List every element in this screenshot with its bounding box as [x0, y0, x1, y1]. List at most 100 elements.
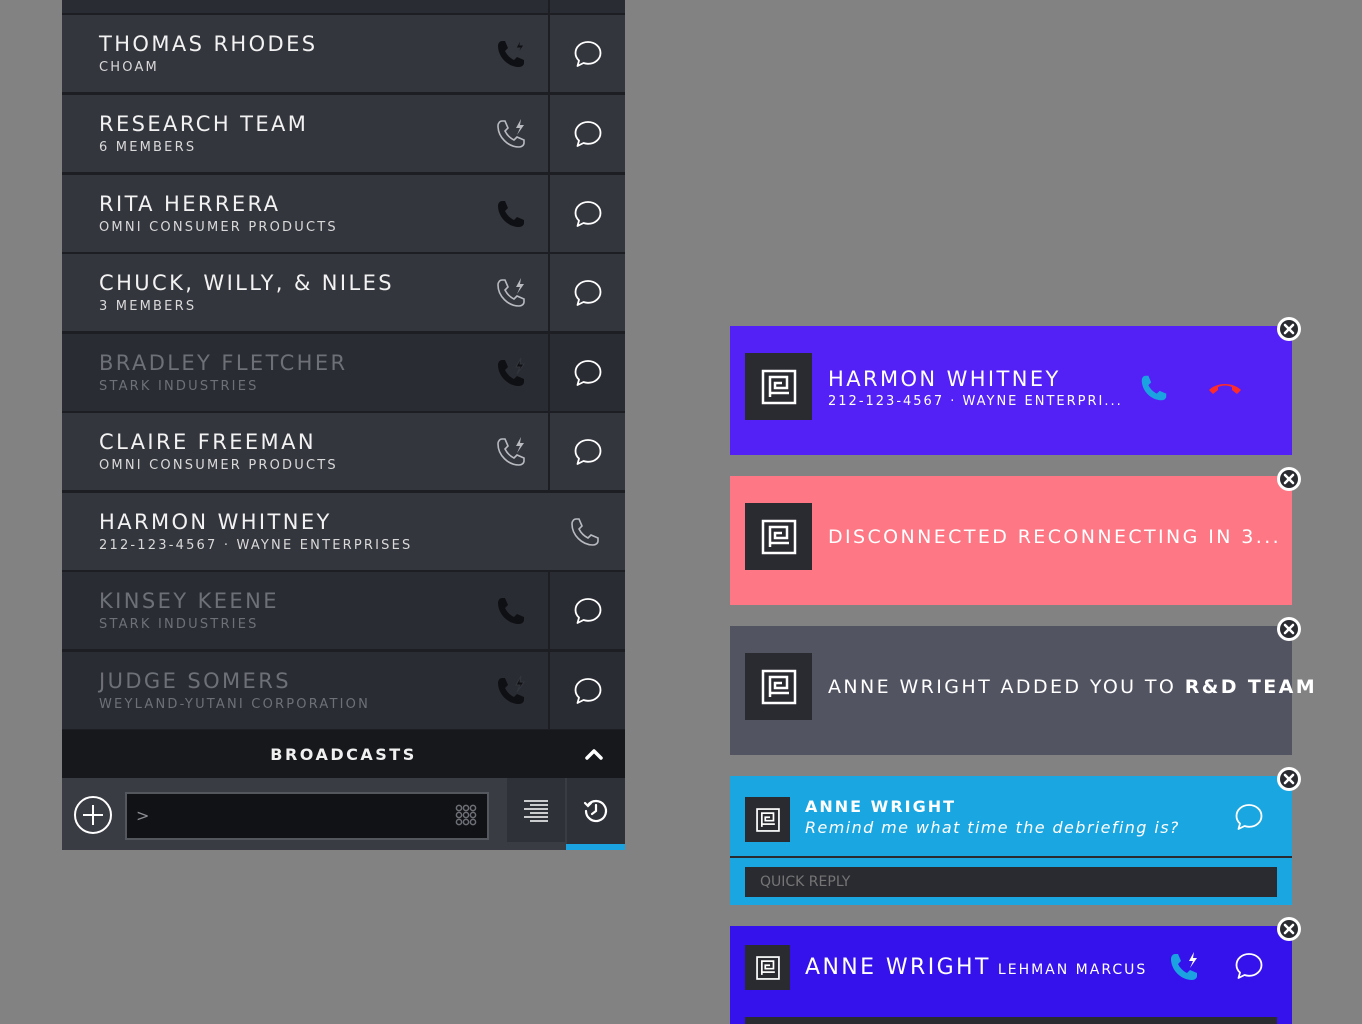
app-logo-icon: [755, 955, 780, 980]
chat-button[interactable]: [550, 572, 625, 649]
contact-name: KINSEY KEENE: [99, 589, 279, 613]
dismiss-disconnected-button[interactable]: [1277, 467, 1301, 491]
chat-button[interactable]: [550, 652, 625, 729]
chevron-up-icon[interactable]: [583, 744, 605, 764]
disconnected-notification: DISCONNECTED RECONNECTING IN 3...: [730, 476, 1292, 605]
close-icon: [1278, 468, 1300, 490]
add-circle-icon[interactable]: [72, 794, 114, 836]
chat-button[interactable]: [550, 413, 625, 490]
contact-info[interactable]: JUDGE SOMERS WEYLAND-YUTANI CORPORATION: [62, 652, 548, 729]
chat-bubble-icon: [574, 677, 601, 704]
contact-row[interactable]: THOMAS RHODES CHOAM: [62, 15, 625, 92]
contact-subtitle: STARK INDUSTRIES: [99, 379, 259, 394]
dismiss-message-button[interactable]: [1277, 767, 1301, 791]
contact-subtitle: WEYLAND-YUTANI CORPORATION: [99, 697, 371, 712]
contact-info[interactable]: RITA HERRERA OMNI CONSUMER PRODUCTS: [62, 175, 548, 252]
broadcasts-bar[interactable]: BROADCASTS: [62, 730, 625, 778]
contact-info[interactable]: KINSEY KEENE STARK INDUSTRIES: [62, 572, 548, 649]
chat-bubble-icon[interactable]: [1233, 801, 1265, 833]
app-logo-icon: [761, 669, 796, 704]
app-logo-icon: [761, 519, 796, 554]
dismiss-call-alert-button[interactable]: [1277, 917, 1301, 941]
chat-button[interactable]: [550, 334, 625, 411]
contact-name: THOMAS RHODES: [99, 32, 318, 56]
app-logo: [745, 653, 812, 720]
phone-missed-icon[interactable]: [494, 674, 528, 708]
call-alert-company: LEHMAN MARCUS: [997, 962, 1148, 978]
dialpad-icon[interactable]: [455, 804, 477, 828]
phone-outgoing-outline-icon[interactable]: [494, 117, 528, 151]
history-clock-icon: [583, 799, 608, 823]
list-view-button[interactable]: [507, 778, 565, 842]
contact-name: CLAIRE FREEMAN: [99, 430, 316, 454]
composer-bar: >: [62, 778, 625, 850]
message-body: Remind me what time the debriefing is?: [805, 818, 1180, 837]
phone-outline-icon[interactable]: [568, 515, 602, 549]
dismiss-incoming-call-button[interactable]: [1277, 317, 1301, 341]
contact-info[interactable]: CHUCK, WILLY, & NILES 3 MEMBERS: [62, 254, 548, 331]
contact-row[interactable]: JUDGE SOMERS WEYLAND-YUTANI CORPORATION: [62, 652, 625, 729]
close-icon: [1278, 318, 1300, 340]
contact-subtitle: 6 MEMBERS: [99, 140, 197, 155]
message-input[interactable]: [125, 792, 489, 840]
contact-row[interactable]: RESEARCH TEAM 6 MEMBERS: [62, 95, 625, 172]
contact-subtitle: CHOAM: [99, 60, 159, 75]
chat-bubble-icon[interactable]: [1233, 950, 1265, 982]
phone-icon[interactable]: [494, 197, 528, 231]
contact-info[interactable]: HARMON WHITNEY 212-123-4567 · WAYNE ENTE…: [62, 493, 625, 570]
contact-row[interactable]: CLAIRE FREEMAN OMNI CONSUMER PRODUCTS: [62, 413, 625, 490]
call-alert-notification: ANNE WRIGHT LEHMAN MARCUS: [730, 926, 1292, 1024]
contact-row[interactable]: RITA HERRERA OMNI CONSUMER PRODUCTS: [62, 175, 625, 252]
phone-icon[interactable]: [494, 594, 528, 628]
contact-row[interactable]: KINSEY KEENE STARK INDUSTRIES: [62, 572, 625, 649]
chat-button[interactable]: [550, 175, 625, 252]
hang-up-icon[interactable]: [1207, 378, 1243, 396]
call-alert-name: ANNE WRIGHT: [805, 955, 991, 980]
contact-info[interactable]: BRADLEY FLETCHER STARK INDUSTRIES: [62, 334, 548, 411]
app-logo: [745, 797, 790, 842]
contact-info[interactable]: THOMAS RHODES CHOAM: [62, 15, 548, 92]
app-logo: [745, 945, 790, 990]
team-added-message: ANNE WRIGHT ADDED YOU TO R&D TEAM: [828, 676, 1317, 698]
chat-button[interactable]: [550, 15, 625, 92]
call-alert-title-line: ANNE WRIGHT LEHMAN MARCUS: [805, 955, 1147, 980]
chat-button[interactable]: [550, 254, 625, 331]
previous-contact-row-edge: [62, 0, 625, 13]
app-logo-icon: [761, 369, 796, 404]
chat-button[interactable]: [550, 95, 625, 172]
phone-missed-icon[interactable]: [494, 37, 528, 71]
history-button[interactable]: [567, 778, 625, 844]
quick-reply-field-edge: [745, 1017, 1277, 1024]
chat-bubble-icon: [574, 279, 601, 306]
phone-missed-icon[interactable]: [1167, 950, 1201, 984]
contact-name: HARMON WHITNEY: [99, 510, 332, 534]
disconnected-message: DISCONNECTED RECONNECTING IN 3...: [828, 526, 1282, 548]
contact-row[interactable]: CHUCK, WILLY, & NILES 3 MEMBERS: [62, 254, 625, 331]
quick-reply-input[interactable]: [745, 867, 1277, 897]
team-added-notification: ANNE WRIGHT ADDED YOU TO R&D TEAM: [730, 626, 1315, 755]
contact-row[interactable]: HARMON WHITNEY 212-123-4567 · WAYNE ENTE…: [62, 493, 625, 570]
list-lines-icon: [524, 800, 548, 822]
contact-subtitle: STARK INDUSTRIES: [99, 617, 259, 632]
phone-outgoing-outline-icon[interactable]: [494, 276, 528, 310]
chat-bubble-icon: [574, 597, 601, 624]
phone-missed-icon[interactable]: [494, 356, 528, 390]
app-logo-icon: [755, 807, 780, 832]
app-logo: [745, 353, 812, 420]
caller-details: 212-123-4567 · WAYNE ENTERPRI...: [828, 394, 1123, 409]
app-logo: [745, 503, 812, 570]
contact-subtitle: 212-123-4567 · WAYNE ENTERPRISES: [99, 538, 413, 553]
chat-bubble-icon: [574, 438, 601, 465]
contacts-panel: THOMAS RHODES CHOAM RESEARCH TEAM 6 MEMB…: [62, 0, 625, 850]
contact-subtitle: 3 MEMBERS: [99, 299, 197, 314]
broadcasts-label: BROADCASTS: [270, 744, 417, 764]
chat-bubble-icon: [574, 120, 601, 147]
contact-row[interactable]: BRADLEY FLETCHER STARK INDUSTRIES: [62, 334, 625, 411]
phone-outgoing-outline-icon[interactable]: [494, 435, 528, 469]
dismiss-team-added-button[interactable]: [1277, 617, 1301, 641]
contact-info[interactable]: RESEARCH TEAM 6 MEMBERS: [62, 95, 548, 172]
contact-info[interactable]: CLAIRE FREEMAN OMNI CONSUMER PRODUCTS: [62, 413, 548, 490]
contact-subtitle: OMNI CONSUMER PRODUCTS: [99, 458, 338, 473]
answer-call-icon[interactable]: [1138, 372, 1170, 404]
team-added-text: ANNE WRIGHT ADDED YOU TO: [828, 676, 1185, 698]
